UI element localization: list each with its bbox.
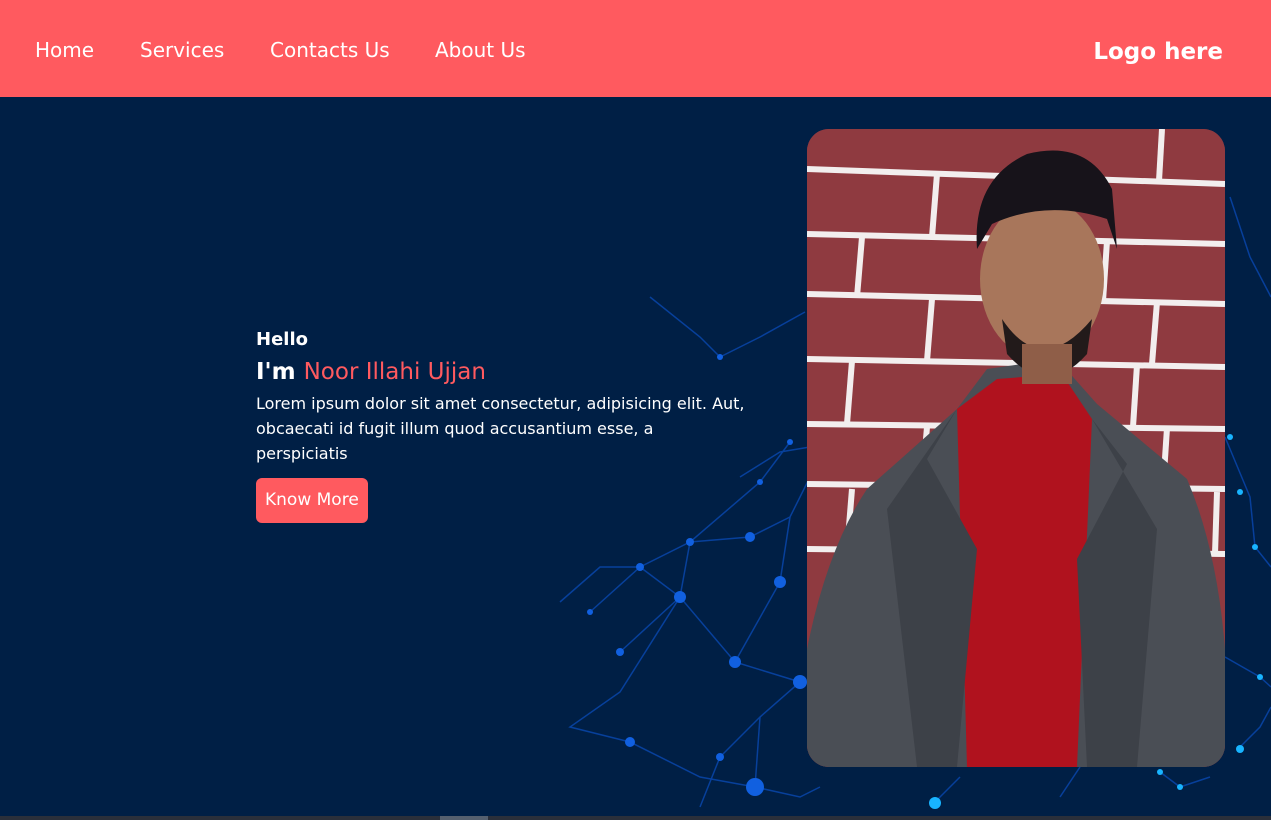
- logo[interactable]: Logo here: [1093, 38, 1223, 66]
- navbar: Home Services Contacts Us About Us Logo …: [0, 0, 1271, 97]
- name-highlight: Noor Illahi Ujjan: [303, 359, 486, 385]
- nav-link-services[interactable]: Services: [140, 36, 224, 64]
- profile-photo: [807, 129, 1225, 767]
- nav-link-about[interactable]: About Us: [435, 36, 526, 64]
- horizontal-scrollbar[interactable]: [0, 816, 1271, 820]
- scrollbar-thumb[interactable]: [440, 816, 488, 820]
- hero-description: Lorem ipsum dolor sit amet consectetur, …: [256, 394, 745, 463]
- name-heading: I'm Noor Illahi Ujjan: [256, 357, 776, 387]
- intro-block: Hello I'm Noor Illahi Ujjan Lorem ipsum …: [256, 329, 776, 523]
- nav-link-contacts[interactable]: Contacts Us: [270, 36, 390, 64]
- know-more-button[interactable]: Know More: [256, 478, 368, 523]
- hero-section: Hello I'm Noor Illahi Ujjan Lorem ipsum …: [0, 97, 1271, 820]
- profile-photo-image: [807, 129, 1225, 767]
- nav-link-home[interactable]: Home: [35, 36, 94, 64]
- greeting: Hello: [256, 329, 308, 350]
- name-prefix: I'm: [256, 359, 296, 385]
